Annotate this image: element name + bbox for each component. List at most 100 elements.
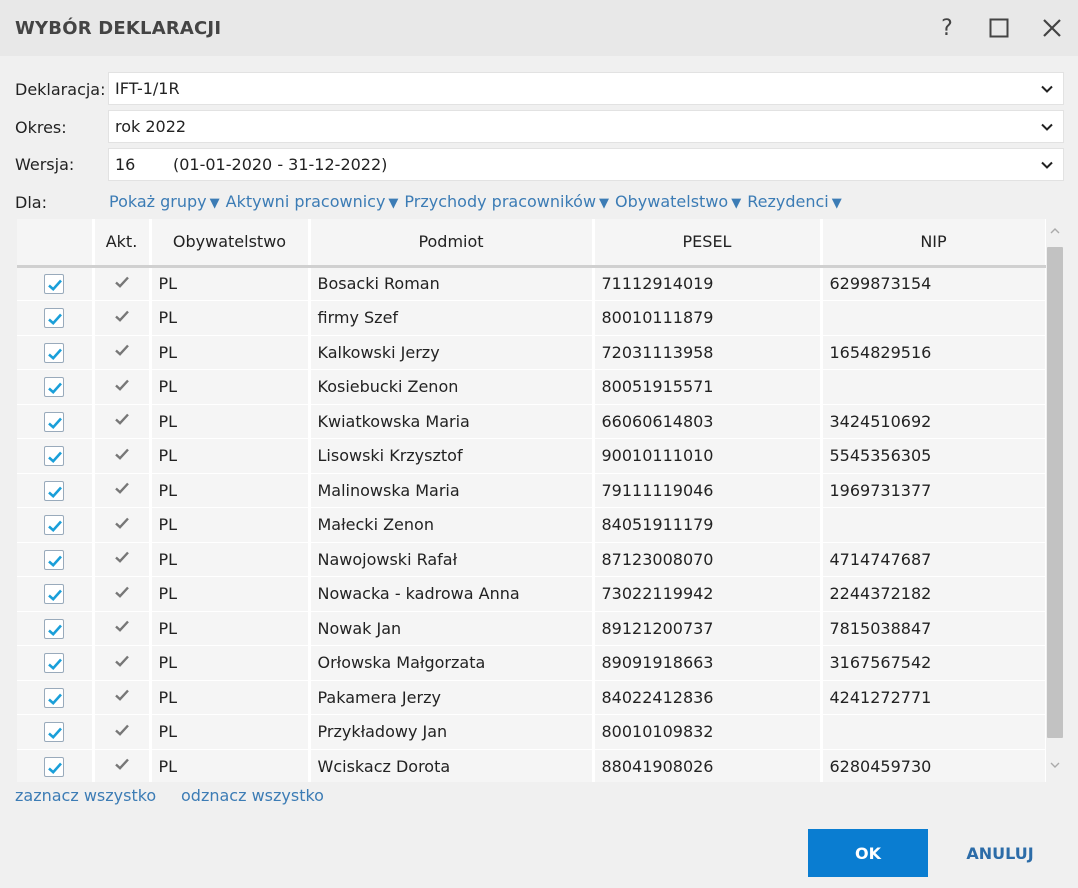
filter-2[interactable]: Przychody pracowników ▼ xyxy=(404,192,609,211)
table-row[interactable]: PL Bosacki Roman 71112914019 6299873154 xyxy=(17,266,1046,301)
akt-cell xyxy=(93,266,152,301)
row-checkbox[interactable] xyxy=(44,515,65,535)
deklaracja-select[interactable]: IFT-1/1R xyxy=(108,72,1064,105)
triangle-down-icon: ▼ xyxy=(209,196,220,211)
obywatelstwo-cell: PL xyxy=(150,576,311,612)
col-header-pesel[interactable]: PESEL xyxy=(593,219,823,268)
maximize-button[interactable] xyxy=(982,12,1016,44)
row-checkbox-cell xyxy=(17,335,95,370)
nip-cell: 4241272771 xyxy=(821,680,1046,715)
table-row[interactable]: PL Orłowska Małgorzata 89091918663 31675675… xyxy=(17,645,1046,681)
table-row[interactable]: PL Nowak Jan 89121200737 7815038847 xyxy=(17,611,1046,646)
filter-4[interactable]: Rezydenci ▼ xyxy=(747,192,842,211)
row-checkbox[interactable] xyxy=(44,618,65,639)
col-header-check[interactable] xyxy=(17,219,95,268)
dla-label: Dla: xyxy=(15,193,47,212)
table-row[interactable]: PL Nowacka - kadrowa Anna 73022119942 22443… xyxy=(17,576,1046,612)
row-checkbox[interactable] xyxy=(44,411,65,432)
obywatelstwo-cell: PL xyxy=(150,335,311,370)
row-checkbox[interactable] xyxy=(44,446,65,466)
podmiot-cell: Małecki Zenon xyxy=(309,507,595,543)
row-checkbox-cell xyxy=(17,507,95,543)
pesel-cell: 89121200737 xyxy=(593,611,823,646)
col-header-podmiot[interactable]: Podmiot xyxy=(309,219,595,268)
row-checkbox[interactable] xyxy=(44,653,65,673)
active-check-icon xyxy=(114,378,130,397)
pesel-cell: 80010111879 xyxy=(593,300,823,336)
table-row[interactable]: PL Wciskacz Dorota 88041908026 6280459730 xyxy=(17,749,1046,782)
podmiot-cell: firmy Szef xyxy=(309,300,595,336)
table-row[interactable]: PL firmy Szef 80010111879 xyxy=(17,300,1046,336)
row-checkbox[interactable] xyxy=(44,584,65,604)
table-row[interactable]: PL Malinowska Maria 79111119046 1969731377 xyxy=(17,473,1046,508)
filter-label: Aktywni pracownicy xyxy=(225,192,386,211)
okres-select[interactable]: rok 2022 xyxy=(108,110,1064,143)
table-row[interactable]: PL Pakamera Jerzy 84022412836 4241272771 xyxy=(17,680,1046,715)
table-row[interactable]: PL Kwiatkowska Maria 66060614803 3424510692 xyxy=(17,404,1046,439)
obywatelstwo-cell: PL xyxy=(150,473,311,508)
table-row[interactable]: PL Kalkowski Jerzy 72031113958 1654829516 xyxy=(17,335,1046,370)
table-row[interactable]: PL Nawojowski Rafał 87123008070 4714747687 xyxy=(17,542,1046,577)
select-all-link[interactable]: zaznacz wszystko xyxy=(15,786,156,805)
col-header-nip[interactable]: NIP xyxy=(821,219,1046,268)
scrollbar-thumb[interactable] xyxy=(1047,247,1063,738)
deselect-all-link[interactable]: odznacz wszystko xyxy=(181,786,324,805)
obywatelstwo-cell: PL xyxy=(150,507,311,543)
akt-cell xyxy=(93,576,152,612)
table-row[interactable]: PL Kosiebucki Zenon 80051915571 xyxy=(17,369,1046,405)
podmiot-cell: Wciskacz Dorota xyxy=(309,749,595,782)
deklaracja-value: IFT-1/1R xyxy=(115,79,180,98)
obywatelstwo-cell: PL xyxy=(150,645,311,681)
okres-label: Okres: xyxy=(15,118,67,137)
active-check-icon xyxy=(114,550,130,569)
help-button[interactable]: ? xyxy=(930,12,964,44)
filter-0[interactable]: Pokaż grupy ▼ xyxy=(109,192,220,211)
podmiot-cell: Malinowska Maria xyxy=(309,473,595,508)
pesel-cell: 88041908026 xyxy=(593,749,823,782)
col-header-akt[interactable]: Akt. xyxy=(93,219,152,268)
row-checkbox[interactable] xyxy=(44,308,65,328)
nip-cell xyxy=(821,300,1046,336)
row-checkbox[interactable] xyxy=(44,377,65,397)
scroll-up-icon[interactable] xyxy=(1049,225,1061,237)
row-checkbox[interactable] xyxy=(44,756,65,777)
pesel-cell: 72031113958 xyxy=(593,335,823,370)
table-row[interactable]: PL Małecki Zenon 84051911179 xyxy=(17,507,1046,543)
obywatelstwo-cell: PL xyxy=(150,404,311,439)
filter-3[interactable]: Obywatelstwo ▼ xyxy=(615,192,741,211)
pesel-cell: 84051911179 xyxy=(593,507,823,543)
active-check-icon xyxy=(114,619,130,638)
row-checkbox-cell xyxy=(17,714,95,750)
akt-cell xyxy=(93,645,152,681)
table-row[interactable]: PL Lisowski Krzysztof 90010111010 554535630… xyxy=(17,438,1046,474)
filter-1[interactable]: Aktywni pracownicy ▼ xyxy=(226,192,399,211)
row-checkbox-cell xyxy=(17,266,95,301)
ok-button[interactable]: OK xyxy=(808,829,928,877)
row-checkbox[interactable] xyxy=(44,274,65,294)
table-row[interactable]: PL Przykładowy Jan 80010109832 xyxy=(17,714,1046,750)
obywatelstwo-cell: PL xyxy=(150,611,311,646)
row-checkbox[interactable] xyxy=(44,722,65,742)
vertical-scrollbar[interactable] xyxy=(1046,219,1064,782)
akt-cell xyxy=(93,438,152,474)
wersja-label: Wersja: xyxy=(15,155,75,174)
triangle-down-icon: ▼ xyxy=(831,196,842,211)
scroll-down-icon[interactable] xyxy=(1049,759,1061,771)
filter-label: Obywatelstwo xyxy=(615,192,729,211)
row-checkbox[interactable] xyxy=(44,687,65,708)
employee-grid: Akt. Obywatelstwo Podmiot PESEL NIP PL Bo… xyxy=(17,219,1046,782)
nip-cell: 6280459730 xyxy=(821,749,1046,782)
row-checkbox[interactable] xyxy=(44,342,65,363)
nip-cell: 3424510692 xyxy=(821,404,1046,439)
podmiot-cell: Nawojowski Rafał xyxy=(309,542,595,577)
podmiot-cell: Przykładowy Jan xyxy=(309,714,595,750)
active-check-icon xyxy=(114,585,130,604)
row-checkbox[interactable] xyxy=(44,549,65,570)
pesel-cell: 84022412836 xyxy=(593,680,823,715)
col-header-obywatelstwo[interactable]: Obywatelstwo xyxy=(150,219,311,268)
close-button[interactable] xyxy=(1035,12,1069,44)
wersja-select[interactable]: 16 (01-01-2020 - 31-12-2022) xyxy=(108,148,1064,181)
obywatelstwo-cell: PL xyxy=(150,438,311,474)
row-checkbox[interactable] xyxy=(44,480,65,501)
cancel-button[interactable]: ANULUJ xyxy=(950,829,1050,877)
